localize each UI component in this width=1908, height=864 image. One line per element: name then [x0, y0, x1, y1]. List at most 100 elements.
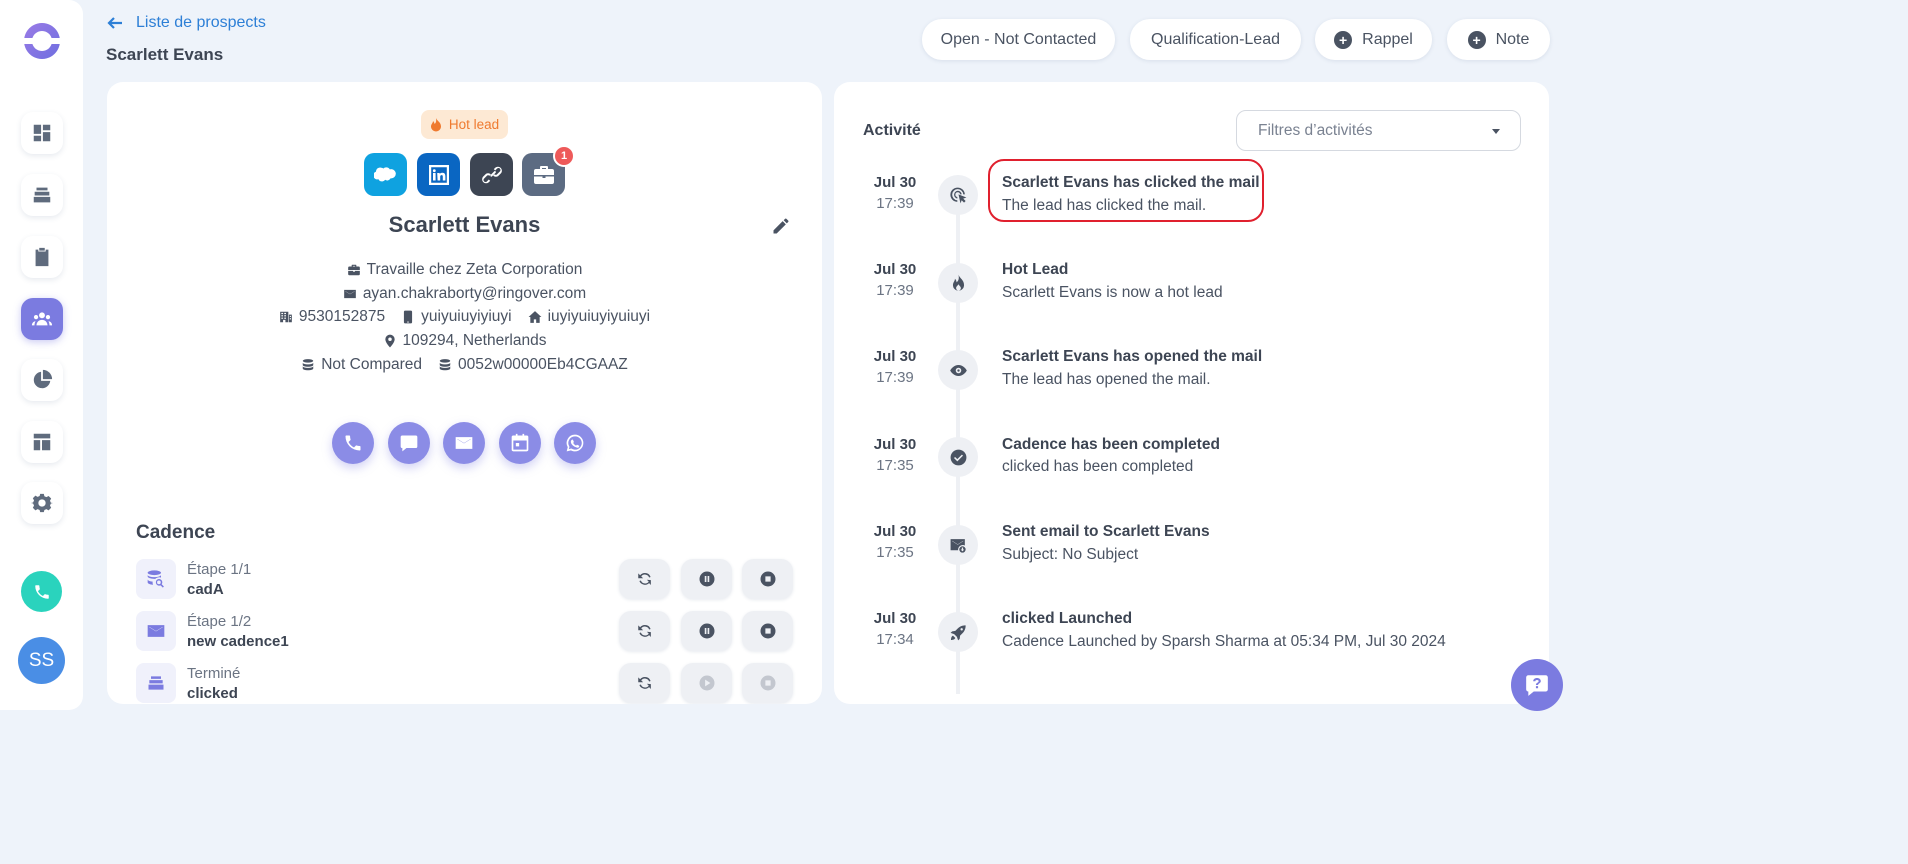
help-chat-button[interactable] — [1511, 659, 1563, 711]
cadence-1-pause-button[interactable] — [681, 559, 732, 599]
stage-button[interactable]: Qualification-Lead — [1130, 19, 1301, 60]
reminder-button[interactable]: + Rappel — [1315, 19, 1432, 60]
user-avatar[interactable]: SS — [18, 637, 65, 684]
eye-icon — [949, 364, 967, 376]
event-date: Jul 30 — [873, 174, 917, 191]
email-text[interactable]: ayan.chakraborty@ringover.com — [363, 285, 586, 303]
dialer-button[interactable] — [21, 571, 62, 612]
phone-mobile-text[interactable]: yuiyuiuyiyiuyi — [421, 308, 511, 326]
stage-button-label: Qualification-Lead — [1151, 30, 1280, 48]
website-link-button[interactable] — [470, 153, 513, 196]
event-icon — [938, 437, 978, 477]
phone-home-text[interactable]: iuyiyuiuyiyuiuyi — [548, 308, 651, 326]
note-button[interactable]: + Note — [1447, 19, 1550, 60]
gear-icon — [31, 493, 53, 513]
email-button[interactable] — [443, 422, 485, 464]
event-title: clicked Launched — [1002, 610, 1133, 627]
check-circle-icon — [950, 449, 966, 465]
linkedin-button[interactable] — [417, 153, 460, 196]
cadence-3-stop-button — [742, 663, 793, 703]
salesforce-button[interactable] — [364, 153, 407, 196]
event-subtitle: The lead has clicked the mail. — [1002, 197, 1207, 214]
dashboard-icon — [33, 124, 51, 142]
event-subtitle: Subject: No Subject — [1002, 546, 1139, 563]
calendar-button[interactable] — [499, 422, 541, 464]
event-time: 17:39 — [876, 195, 914, 212]
status-button-label: Open - Not Contacted — [940, 30, 1097, 48]
status-button[interactable]: Open - Not Contacted — [922, 19, 1115, 60]
nav-dashboard[interactable] — [21, 112, 63, 154]
nav-tasks[interactable] — [21, 236, 63, 278]
event-date: Jul 30 — [873, 261, 917, 278]
hot-lead-badge: Hot lead — [421, 110, 508, 139]
nav-people[interactable] — [21, 298, 63, 340]
event-icon — [938, 263, 978, 303]
pause-circle-icon — [699, 571, 714, 587]
cadence-1-reassign-button[interactable] — [619, 559, 670, 599]
cadence-2-stop-button[interactable] — [742, 611, 793, 651]
nav-statistics[interactable] — [21, 359, 63, 401]
event-icon — [938, 612, 978, 652]
activity-section-title: Activité — [863, 122, 921, 139]
cadence-step-icon — [136, 663, 176, 703]
sms-button[interactable] — [388, 422, 430, 464]
crm-id-text: 0052w00000Eb4CGAAZ — [458, 356, 628, 373]
envelope-icon — [147, 625, 165, 637]
event-icon — [938, 175, 978, 215]
cadence-1-stop-button[interactable] — [742, 559, 793, 599]
linkedin-icon — [428, 164, 449, 185]
phone-icon — [34, 584, 49, 599]
lead-profile-card: Hot lead 1 Scarlett Evans Travaille chez… — [107, 82, 822, 704]
back-link-label[interactable]: Liste de prospects — [136, 14, 266, 32]
lead-name: Scarlett Evans — [388, 212, 541, 237]
cadence-step-icon — [136, 559, 176, 599]
play-circle-icon — [699, 675, 714, 691]
event-subtitle: clicked has been completed — [1002, 458, 1194, 475]
email-row: ayan.chakraborty@ringover.com — [107, 285, 822, 303]
cadence-3-reassign-button[interactable] — [619, 663, 670, 703]
envelope-icon — [455, 437, 473, 449]
whatsapp-button[interactable] — [554, 422, 596, 464]
event-title: Scarlett Evans has clicked the mail — [1002, 174, 1260, 191]
company-button[interactable]: 1 — [522, 145, 575, 196]
arrow-left-icon — [107, 17, 122, 29]
company-row: Travaille chez Zeta Corporation — [107, 261, 822, 279]
notification-badge: 1 — [553, 145, 575, 167]
location-text: 109294, Netherlands — [402, 332, 547, 349]
database-icon — [439, 359, 451, 371]
app-logo-icon[interactable] — [22, 21, 62, 61]
refresh-icon — [637, 676, 651, 689]
activity-filter-select[interactable]: Filtres d’activités — [1236, 110, 1521, 151]
flame-icon — [430, 117, 441, 131]
chat-bubble-icon — [400, 435, 418, 452]
nav-cadences[interactable] — [21, 174, 63, 216]
flame-icon — [952, 274, 964, 291]
call-button[interactable] — [332, 422, 374, 464]
cursor-click-icon — [949, 187, 966, 203]
cadence-2-reassign-button[interactable] — [619, 611, 670, 651]
reminder-button-label: Rappel — [1362, 30, 1413, 48]
event-icon — [938, 525, 978, 565]
whatsapp-icon — [566, 434, 584, 452]
cadence-step-name[interactable]: cadA — [187, 581, 224, 598]
cadence-step-name[interactable]: clicked — [187, 685, 238, 702]
back-link[interactable]: Liste de prospects — [106, 14, 266, 32]
event-date: Jul 30 — [873, 348, 917, 365]
phone-office-text[interactable]: 9530152875 — [299, 308, 385, 326]
calendar-icon — [511, 433, 529, 452]
layout-icon — [33, 433, 51, 451]
layers-icon — [33, 187, 51, 203]
nav-settings[interactable] — [21, 482, 63, 524]
nav-templates[interactable] — [21, 421, 63, 463]
office-building-icon — [280, 311, 292, 323]
stop-circle-icon — [760, 571, 775, 587]
cadence-step-name[interactable]: new cadence1 — [187, 633, 289, 650]
event-title: Sent email to Scarlett Evans — [1002, 523, 1210, 540]
cadence-section-title: Cadence — [136, 522, 216, 543]
event-subtitle: Scarlett Evans is now a hot lead — [1002, 284, 1223, 301]
plus-circle-icon: + — [1467, 30, 1486, 49]
cadence-2-pause-button[interactable] — [681, 611, 732, 651]
event-title: Scarlett Evans has opened the mail — [1002, 348, 1263, 365]
stop-circle-icon — [760, 623, 775, 639]
pencil-icon[interactable] — [771, 216, 791, 236]
